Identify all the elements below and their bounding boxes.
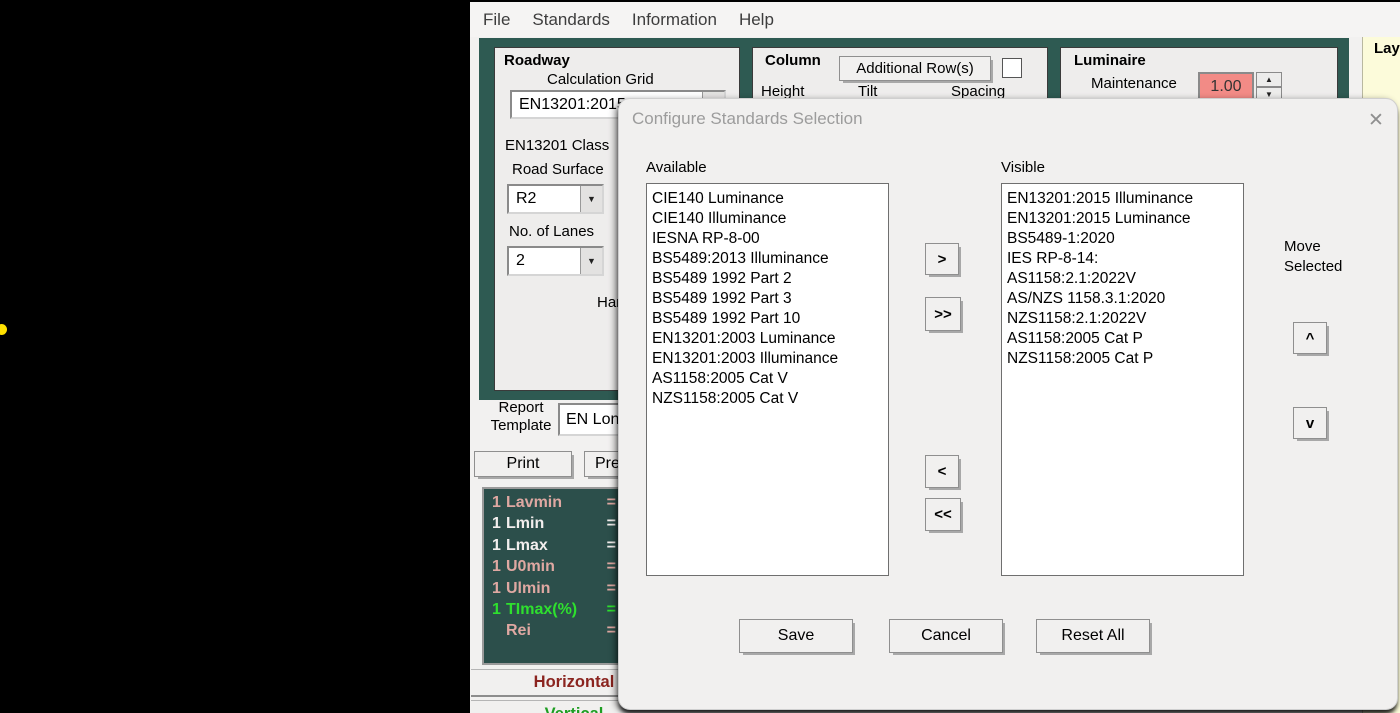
result-prefix xyxy=(492,620,506,641)
result-prefix: 1 xyxy=(492,556,506,577)
result-name: Lmax xyxy=(506,535,548,556)
spinner-up-icon[interactable]: ▲ xyxy=(1256,72,1282,87)
list-item[interactable]: EN13201:2003 Illuminance xyxy=(652,349,888,369)
report-template-label: Report Template xyxy=(485,399,557,435)
result-name: U0min xyxy=(506,556,555,577)
result-equals: = xyxy=(607,513,616,534)
save-button[interactable]: Save xyxy=(739,619,853,653)
result-prefix: 1 xyxy=(492,513,506,534)
list-item[interactable]: NZS1158:2005 Cat P xyxy=(1007,349,1243,369)
move-selected-line1: Move xyxy=(1284,237,1342,257)
lanes-combo[interactable]: 2 ▼ xyxy=(507,246,604,276)
close-icon[interactable]: ✕ xyxy=(1363,107,1389,133)
road-surface-label: Road Surface xyxy=(512,161,604,178)
list-item[interactable]: AS1158:2005 Cat V xyxy=(652,369,888,389)
move-up-button[interactable]: ^ xyxy=(1293,322,1327,354)
list-item[interactable]: NZS1158:2005 Cat V xyxy=(652,389,888,409)
layout-panel-title: Lay xyxy=(1363,37,1400,57)
result-prefix: 1 xyxy=(492,492,506,513)
additional-rows-checkbox[interactable] xyxy=(1002,58,1022,78)
road-surface-combo[interactable]: R2 ▼ xyxy=(507,184,604,214)
move-selected-label: Move Selected xyxy=(1284,237,1342,277)
menu-file[interactable]: File xyxy=(483,10,510,30)
menu-information[interactable]: Information xyxy=(632,10,717,30)
list-item[interactable]: NZS1158:2.1:2022V xyxy=(1007,309,1243,329)
calc-grid-label: Calculation Grid xyxy=(547,71,654,88)
dialog-title: Configure Standards Selection xyxy=(632,109,863,129)
maintenance-label: Maintenance xyxy=(1091,75,1177,92)
result-equals: = xyxy=(607,535,616,556)
print-button[interactable]: Print xyxy=(474,451,572,477)
list-item[interactable]: CIE140 Luminance xyxy=(652,189,888,209)
list-item[interactable]: CIE140 Illuminance xyxy=(652,209,888,229)
roadway-title: Roadway xyxy=(504,52,570,69)
list-item[interactable]: EN13201:2015 Luminance xyxy=(1007,209,1243,229)
result-prefix: 1 xyxy=(492,535,506,556)
result-equals: = xyxy=(607,492,616,513)
result-name: Ulmin xyxy=(506,578,550,599)
road-surface-value: R2 xyxy=(509,190,580,208)
available-label: Available xyxy=(646,159,707,176)
list-item[interactable]: AS1158:2005 Cat P xyxy=(1007,329,1243,349)
luminaire-title: Luminaire xyxy=(1074,52,1146,69)
lanes-value: 2 xyxy=(509,252,580,270)
result-name: Lmin xyxy=(506,513,544,534)
reset-all-button[interactable]: Reset All xyxy=(1036,619,1150,653)
visible-listbox[interactable]: EN13201:2015 IlluminanceEN13201:2015 Lum… xyxy=(1001,183,1244,576)
yellow-dot xyxy=(0,324,7,335)
result-equals: = xyxy=(607,599,616,620)
list-item[interactable]: BS5489-1:2020 xyxy=(1007,229,1243,249)
list-item[interactable]: BS5489 1992 Part 10 xyxy=(652,309,888,329)
menu-standards[interactable]: Standards xyxy=(532,10,610,30)
list-item[interactable]: AS/NZS 1158.3.1:2020 xyxy=(1007,289,1243,309)
list-item[interactable]: BS5489:2013 Illuminance xyxy=(652,249,888,269)
list-item[interactable]: BS5489 1992 Part 3 xyxy=(652,289,888,309)
visible-label: Visible xyxy=(1001,159,1045,176)
move-selected-line2: Selected xyxy=(1284,257,1342,277)
move-right-button[interactable]: > xyxy=(925,243,959,275)
configure-standards-dialog: Configure Standards Selection ✕ Availabl… xyxy=(618,98,1398,710)
menu-help[interactable]: Help xyxy=(739,10,774,30)
list-item[interactable]: AS1158:2.1:2022V xyxy=(1007,269,1243,289)
move-left-button[interactable]: < xyxy=(925,455,959,488)
menu-bar: File Standards Information Help xyxy=(470,2,1400,37)
list-item[interactable]: EN13201:2015 Illuminance xyxy=(1007,189,1243,209)
lanes-label: No. of Lanes xyxy=(509,223,594,240)
result-prefix: 1 xyxy=(492,578,506,599)
lanes-dropdown-icon[interactable]: ▼ xyxy=(580,248,602,274)
move-down-button[interactable]: v xyxy=(1293,407,1327,439)
result-name: TImax(%) xyxy=(506,599,577,620)
road-surface-dropdown-icon[interactable]: ▼ xyxy=(580,186,602,212)
result-equals: = xyxy=(607,620,616,641)
list-item[interactable]: IESNA RP-8-00 xyxy=(652,229,888,249)
result-name: Rei xyxy=(506,620,531,641)
move-right-all-button[interactable]: >> xyxy=(925,297,961,331)
column-title: Column xyxy=(765,52,821,69)
list-item[interactable]: EN13201:2003 Luminance xyxy=(652,329,888,349)
result-prefix: 1 xyxy=(492,599,506,620)
result-equals: = xyxy=(607,578,616,599)
report-label-line2: Template xyxy=(485,417,557,435)
desktop: File Standards Information Help Roadway … xyxy=(0,0,1400,713)
report-label-line1: Report xyxy=(485,399,557,417)
list-item[interactable]: IES RP-8-14: xyxy=(1007,249,1243,269)
available-listbox[interactable]: CIE140 LuminanceCIE140 IlluminanceIESNA … xyxy=(646,183,889,576)
en13201-class-label: EN13201 Class xyxy=(505,137,609,154)
move-left-all-button[interactable]: << xyxy=(925,498,961,531)
maintenance-factor-field[interactable]: 1.00 xyxy=(1198,72,1254,101)
result-name: Lavmin xyxy=(506,492,562,513)
result-equals: = xyxy=(607,556,616,577)
cancel-button[interactable]: Cancel xyxy=(889,619,1003,653)
additional-rows-button[interactable]: Additional Row(s) xyxy=(839,56,991,81)
list-item[interactable]: BS5489 1992 Part 2 xyxy=(652,269,888,289)
